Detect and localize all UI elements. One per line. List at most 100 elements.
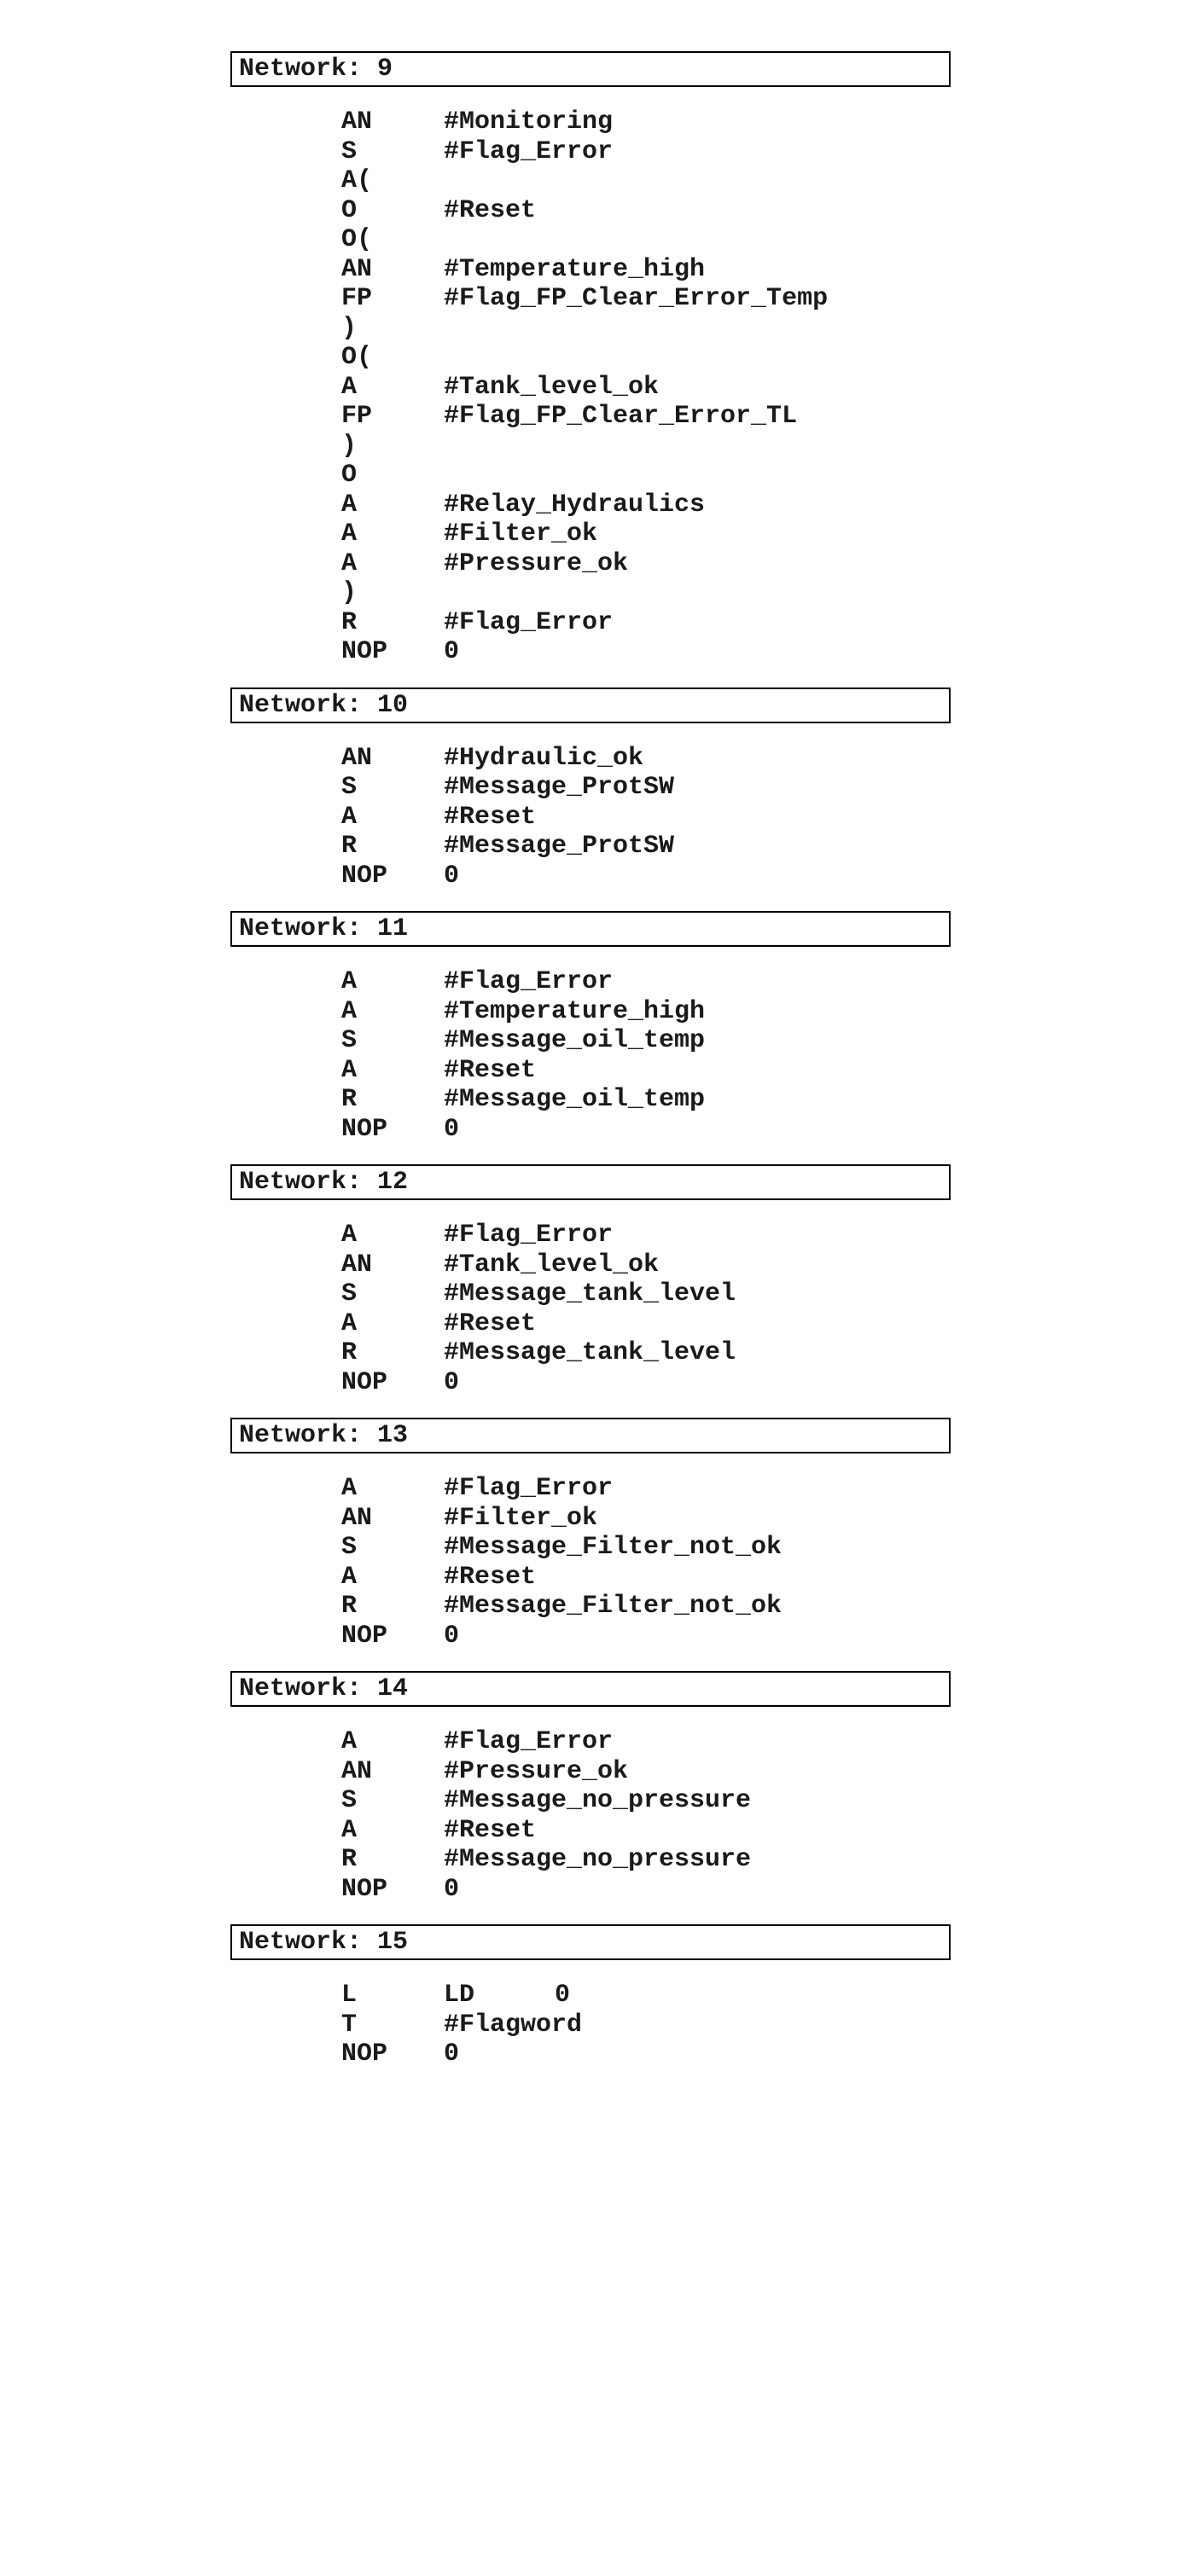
code-block: A#Flag_ErrorAN#Tank_level_okS#Message_ta… [341,1221,951,1397]
instruction-row: A#Relay_Hydraulics [341,490,951,520]
opcode: AN [341,107,444,137]
network-header: Network: 11 [230,911,951,947]
operand: 0 [444,1115,459,1145]
instruction-row: ) [341,314,951,344]
code-block: A#Flag_ErrorA#Temperature_highS#Message_… [341,967,951,1144]
network-header: Network: 15 [230,1924,951,1960]
instruction-row: R#Message_tank_level [341,1338,951,1368]
operand: #Flag_FP_Clear_Error_TL [444,402,797,432]
opcode: R [341,1845,444,1875]
instruction-row: NOP0 [341,1115,951,1145]
operand: #Filter_ok [444,1504,597,1534]
instruction-row: AN#Pressure_ok [341,1757,951,1787]
instruction-row: NOP0 [341,637,951,667]
instruction-row: NOP0 [341,862,951,891]
opcode: NOP [341,1115,444,1145]
code-block: AN#MonitoringS#Flag_ErrorA(O#ResetO(AN#T… [341,107,951,667]
opcode: S [341,1026,444,1056]
opcode: A [341,1816,444,1846]
instruction-row: S#Message_ProtSW [341,773,951,803]
opcode: O [341,461,444,490]
instruction-row: AN#Hydraulic_ok [341,744,951,774]
opcode: A [341,997,444,1027]
opcode: ) [341,432,444,461]
opcode: FP [341,402,444,432]
opcode: R [341,608,444,638]
instruction-row: NOP0 [341,1622,951,1651]
operand: #Reset [444,1309,536,1339]
opcode: A [341,490,444,520]
instruction-row: A#Reset [341,803,951,833]
network-header: Network: 10 [230,688,951,723]
opcode: A( [341,166,444,196]
operand: 0 [444,2039,459,2069]
instruction-row: NOP0 [341,1368,951,1398]
opcode: A [341,1221,444,1250]
operand: #Message_tank_level [444,1279,736,1309]
opcode: NOP [341,1368,444,1398]
opcode: NOP [341,862,444,891]
opcode: A [341,1727,444,1757]
opcode: A [341,519,444,549]
instruction-row: A#Temperature_high [341,997,951,1027]
network-header: Network: 14 [230,1671,951,1707]
opcode: O( [341,225,444,255]
operand: #Pressure_ok [444,549,628,579]
opcode: A [341,1056,444,1086]
instruction-row: R#Message_Filter_not_ok [341,1592,951,1622]
operand: #Message_no_pressure [444,1845,751,1875]
instruction-row: A#Pressure_ok [341,549,951,579]
instruction-row: ) [341,578,951,608]
operand: #Flag_Error [444,967,613,997]
operand: 0 [444,637,459,667]
operand: #Hydraulic_ok [444,744,643,774]
operand: #Reset [444,1056,536,1086]
opcode: ) [341,314,444,344]
operand: #Relay_Hydraulics [444,490,705,520]
code-block: AN#Hydraulic_okS#Message_ProtSWA#ResetR#… [341,744,951,891]
operand: #Message_no_pressure [444,1786,751,1816]
operand: #Reset [444,1816,536,1846]
operand: #Temperature_high [444,997,705,1027]
instruction-row: AN#Monitoring [341,107,951,137]
instruction-row: A#Tank_level_ok [341,373,951,403]
operand: #Flag_Error [444,137,613,167]
instruction-row: S#Message_tank_level [341,1279,951,1309]
operand: #Reset [444,803,536,833]
opcode: S [341,1533,444,1563]
opcode: FP [341,284,444,314]
network-header: Network: 13 [230,1418,951,1453]
opcode: AN [341,1504,444,1534]
operand: #Temperature_high [444,255,705,285]
opcode: T [341,2010,444,2040]
instruction-row: R#Message_oil_temp [341,1085,951,1115]
opcode: NOP [341,1875,444,1905]
opcode: A [341,373,444,403]
opcode: R [341,1085,444,1115]
operand: #Flag_Error [444,1727,613,1757]
opcode: S [341,773,444,803]
instruction-row: A#Reset [341,1056,951,1086]
sub-opcode: LD [444,1981,555,2010]
opcode: A [341,967,444,997]
opcode: S [341,137,444,167]
operand: #Flag_Error [444,1221,613,1250]
instruction-row: A#Reset [341,1563,951,1593]
instruction-row: R#Message_no_pressure [341,1845,951,1875]
network-header: Network: 9 [230,51,951,87]
operand: #Message_oil_temp [444,1085,705,1115]
instruction-row: S#Message_no_pressure [341,1786,951,1816]
operand: #Tank_level_ok [444,1250,659,1280]
opcode: NOP [341,2039,444,2069]
instruction-row: R#Message_ProtSW [341,832,951,862]
opcode: O [341,196,444,226]
instruction-row: O( [341,343,951,373]
instruction-row: AN#Filter_ok [341,1504,951,1534]
instruction-row: ) [341,432,951,461]
operand: #Message_oil_temp [444,1026,705,1056]
opcode: S [341,1786,444,1816]
instruction-row: AN#Temperature_high [341,255,951,285]
instruction-row: T#Flagword [341,2010,951,2040]
instruction-row: S#Message_Filter_not_ok [341,1533,951,1563]
instruction-row: A#Flag_Error [341,1474,951,1504]
